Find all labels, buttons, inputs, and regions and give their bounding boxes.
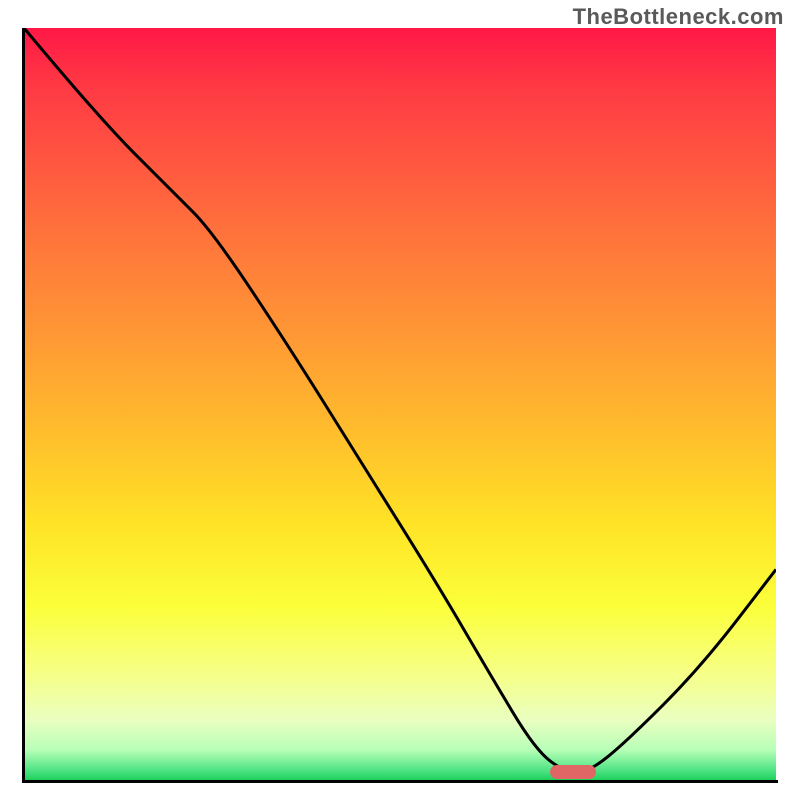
bottleneck-curve	[24, 28, 776, 780]
optimal-marker	[550, 765, 595, 779]
x-axis-line	[22, 780, 778, 783]
watermark-text: TheBottleneck.com	[573, 4, 784, 30]
curve-path	[24, 28, 776, 772]
